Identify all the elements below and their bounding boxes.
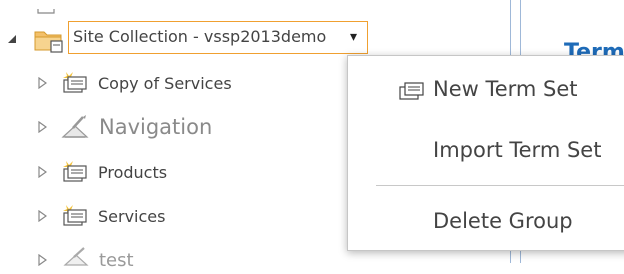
folder-icon	[37, 9, 55, 14]
tree-item-copy-of-services[interactable]: Copy of Services	[98, 69, 232, 97]
tree-item-label: Services	[98, 206, 166, 226]
site-collection-node[interactable]: Site Collection - vssp2013demo ▾	[68, 21, 368, 54]
tree-item-test[interactable]: test	[99, 246, 134, 274]
term-set-icon	[60, 159, 88, 185]
tree-item-services[interactable]: Services	[98, 202, 165, 230]
expand-arrow-icon	[38, 166, 47, 178]
expand-arrow-icon	[38, 254, 47, 266]
term-set-icon	[60, 203, 88, 229]
tree-item-products[interactable]: Products	[98, 158, 167, 186]
menu-item-label: New Term Set	[433, 77, 578, 101]
tree-item-navigation[interactable]: Navigation	[99, 113, 212, 141]
tree-item-label: Navigation	[99, 115, 213, 139]
menu-separator	[376, 185, 624, 186]
expand-arrow[interactable]	[36, 166, 48, 178]
tree-item-label: test	[99, 249, 134, 271]
menu-item-label: Import Term Set	[433, 138, 602, 162]
menu-item-label: Delete Group	[433, 209, 573, 233]
expand-arrow[interactable]	[36, 77, 48, 89]
tree-item-label: Products	[98, 162, 168, 182]
chevron-down-icon[interactable]: ▾	[350, 29, 357, 45]
expand-arrow[interactable]	[6, 33, 18, 45]
context-menu: New Term Set Import Term Set Delete Grou…	[347, 55, 624, 251]
menu-item-delete-group[interactable]: Delete Group	[348, 197, 624, 247]
navigation-term-set-icon	[62, 247, 90, 267]
menu-item-new-term-set[interactable]: New Term Set	[348, 65, 624, 115]
site-collection-label: Site Collection - vssp2013demo	[73, 27, 327, 46]
term-set-icon	[60, 70, 88, 96]
collapse-arrow-icon	[8, 35, 16, 43]
site-collection-folder-icon	[34, 26, 64, 54]
expand-arrow[interactable]	[36, 254, 48, 266]
expand-arrow-icon	[38, 121, 47, 133]
expand-arrow-icon	[38, 77, 47, 89]
expand-arrow[interactable]	[36, 121, 48, 133]
tree-item-label: Copy of Services	[98, 73, 232, 93]
expand-arrow-icon	[38, 210, 47, 222]
expand-arrow[interactable]	[36, 210, 48, 222]
clipped-row-top	[36, 0, 56, 14]
menu-item-import-term-set[interactable]: Import Term Set	[348, 126, 624, 176]
navigation-term-set-icon	[60, 114, 90, 142]
new-term-set-icon	[398, 78, 426, 102]
